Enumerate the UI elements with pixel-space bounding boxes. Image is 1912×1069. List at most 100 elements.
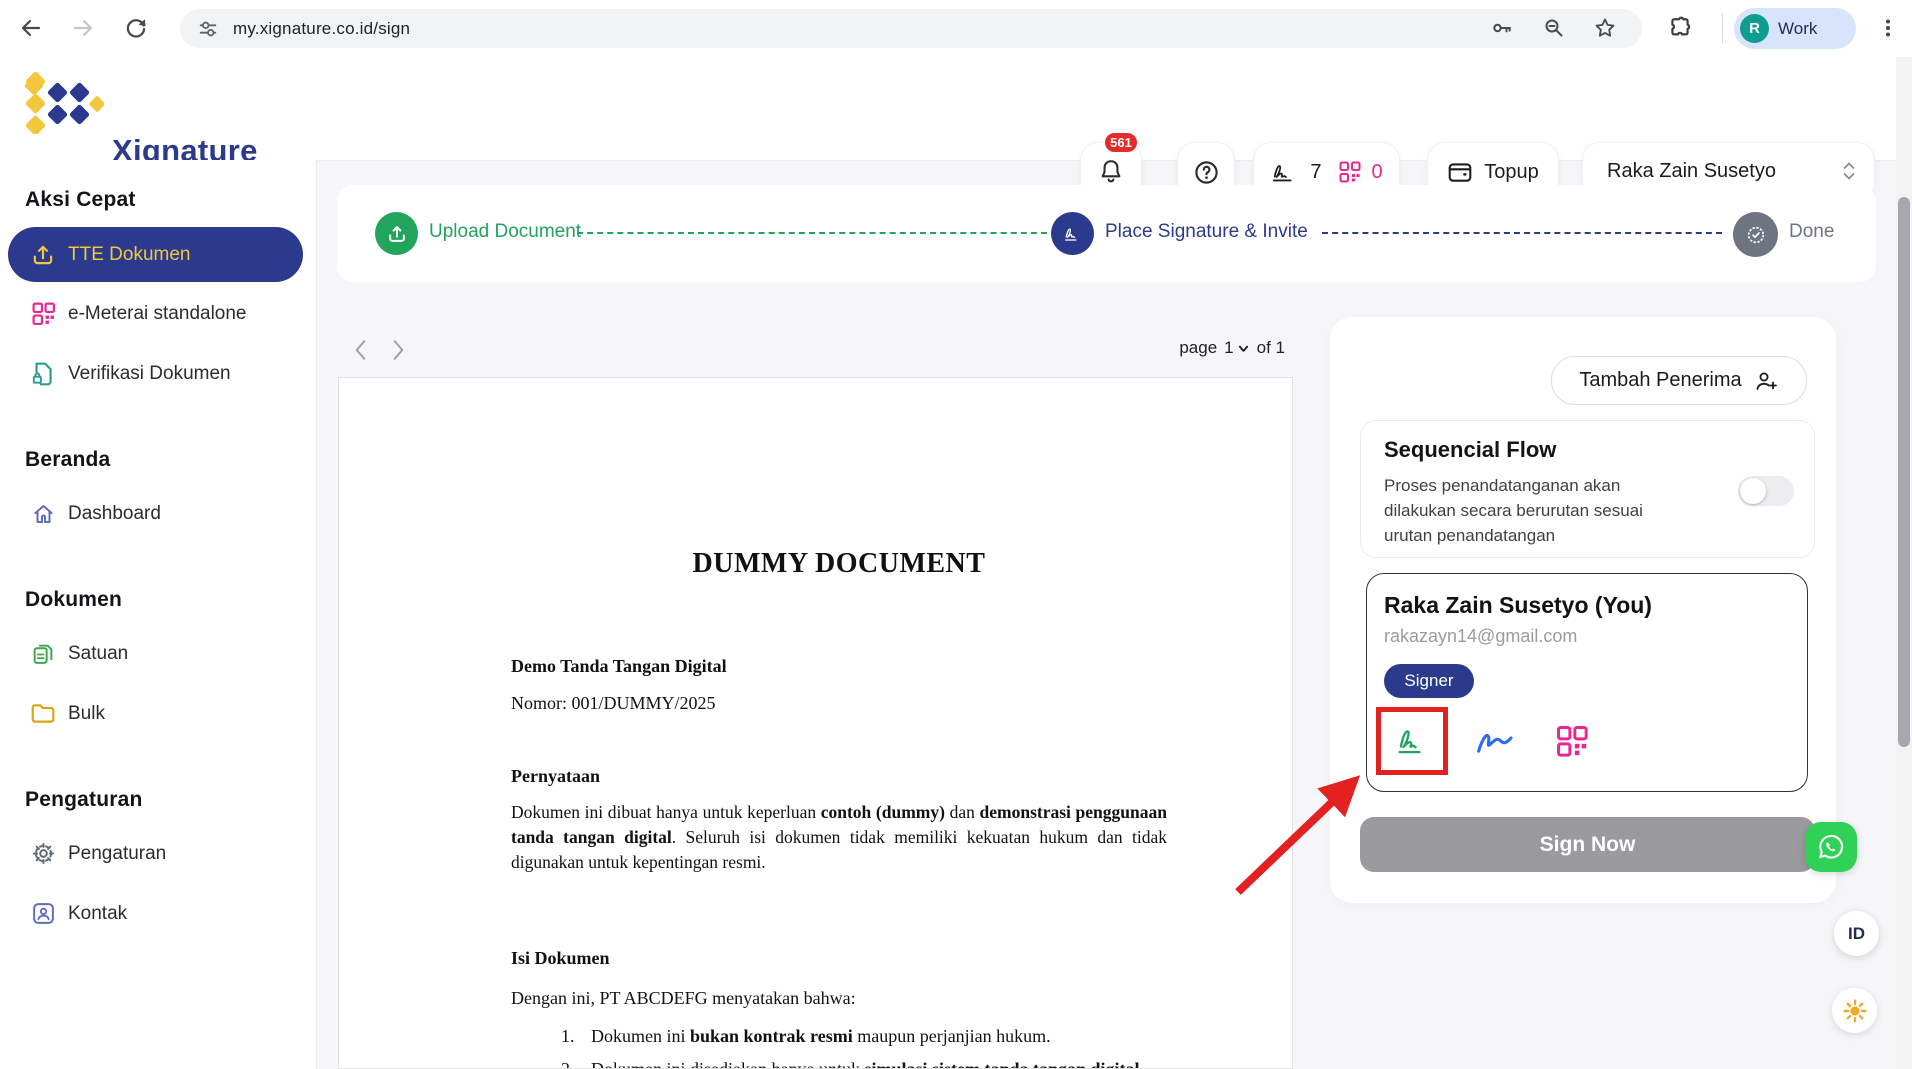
page-indicator: page 1 of 1 (1130, 338, 1285, 358)
sequential-flow-description: Proses penandatanganan akan dilakukan se… (1384, 473, 1689, 548)
upload-icon (386, 223, 408, 245)
url-text: my.xignature.co.id/sign (233, 19, 410, 39)
profile-name: Work (1778, 19, 1817, 39)
signature-balance-icon (1270, 160, 1300, 184)
forward-icon (71, 16, 95, 40)
browser-reload-button[interactable] (119, 11, 153, 45)
zoom-out-icon[interactable] (1542, 16, 1566, 40)
whatsapp-icon (1816, 832, 1846, 862)
sidebar-section-pengaturan: Pengaturan (25, 788, 143, 812)
profile-avatar: R (1740, 14, 1769, 43)
address-bar[interactable]: my.xignature.co.id/sign (180, 9, 1642, 48)
document-section-title: Pernyataan (511, 766, 600, 787)
sequential-flow-toggle[interactable] (1738, 476, 1794, 506)
add-recipient-button[interactable]: Tambah Penerima (1551, 356, 1807, 405)
initials-tool-icon[interactable] (1475, 726, 1523, 756)
sidebar-section-beranda: Beranda (25, 448, 110, 472)
topup-label: Topup (1484, 161, 1539, 184)
browser-menu-icon[interactable] (1876, 16, 1900, 40)
signer-name: Raka Zain Susetyo (You) (1384, 592, 1652, 619)
theme-toggle-button[interactable] (1832, 988, 1877, 1033)
step-place-signature-circle (1051, 212, 1094, 255)
signer-card: Raka Zain Susetyo (You) rakazayn14@gmail… (1366, 573, 1808, 792)
qr-icon (30, 301, 56, 326)
browser-forward-button[interactable] (66, 11, 100, 45)
language-label: ID (1848, 924, 1865, 944)
browser-toolbar: my.xignature.co.id/sign R Work (0, 0, 1912, 58)
sidebar: Aksi Cepat TTE Dokumen e-Meterai standal… (0, 160, 317, 1069)
browser-profile-chip[interactable]: R Work (1734, 8, 1856, 49)
badge-check-icon (1745, 224, 1767, 246)
signature-icon (1061, 224, 1085, 244)
chevron-down-icon (1237, 342, 1250, 355)
browser-back-button[interactable] (14, 11, 48, 45)
back-icon (19, 16, 43, 40)
emeterai-tool-icon[interactable] (1555, 724, 1589, 758)
gear-icon (30, 841, 56, 866)
documents-icon (30, 641, 56, 666)
sidebar-item-label: Verifikasi Dokumen (68, 363, 231, 385)
xignature-logo-icon (24, 70, 104, 134)
upload-icon (30, 242, 56, 268)
help-icon (1193, 159, 1220, 186)
app-header: Xignature member of 561 7 0 (0, 57, 1912, 161)
wallet-icon (1447, 160, 1473, 184)
next-page-button[interactable] (384, 336, 412, 364)
user-name: Raka Zain Susetyo (1607, 160, 1776, 183)
document-heading: Demo Tanda Tangan Digital (511, 656, 727, 677)
document-number: Nomor: 001/DUMMY/2025 (511, 693, 716, 714)
sidebar-item-label: Kontak (68, 903, 127, 925)
page-scrollbar[interactable] (1896, 57, 1912, 1069)
sidebar-item-kontak[interactable]: Kontak (0, 886, 316, 941)
home-icon (30, 502, 56, 526)
add-recipient-label: Tambah Penerima (1579, 369, 1741, 392)
password-key-icon[interactable] (1490, 16, 1514, 40)
stepper-connector (577, 232, 1047, 234)
step-done-circle (1733, 212, 1778, 257)
reload-icon (124, 16, 148, 40)
folder-icon (30, 702, 56, 725)
annotation-arrow (1220, 745, 1390, 900)
signer-email: rakazayn14@gmail.com (1384, 626, 1577, 647)
sidebar-item-dashboard[interactable]: Dashboard (0, 486, 316, 541)
sidebar-item-satuan[interactable]: Satuan (0, 626, 316, 681)
step-done-label: Done (1789, 221, 1834, 243)
sequential-flow-title: Sequencial Flow (1384, 437, 1556, 463)
step-place-signature-label: Place Signature & Invite (1105, 221, 1308, 243)
document-section-title: Isi Dokumen (511, 948, 610, 969)
document-title: DUMMY DOCUMENT (511, 548, 1167, 580)
sidebar-item-verifikasi[interactable]: Verifikasi Dokumen (0, 346, 316, 401)
notification-badge: 561 (1103, 131, 1139, 154)
sidebar-item-label: Bulk (68, 703, 105, 725)
sequential-flow-card: Sequencial Flow Proses penandatanganan a… (1360, 420, 1815, 558)
whatsapp-button[interactable] (1805, 822, 1857, 872)
document-list-item: 2. Dokumen ini disediakan hanya untuk si… (561, 1059, 1171, 1069)
document-list-item: 1. Dokumen ini bukan kontrak resmi maupu… (561, 1026, 1171, 1047)
site-info-icon[interactable] (197, 18, 219, 40)
page-select[interactable]: 1 (1224, 338, 1249, 358)
sidebar-item-emeterai[interactable]: e-Meterai standalone (0, 286, 316, 341)
recipients-panel: Tambah Penerima Sequencial Flow Proses p… (1330, 317, 1836, 903)
emeterai-balance-icon (1338, 160, 1362, 184)
contact-icon (30, 901, 56, 926)
page-total: of 1 (1257, 338, 1285, 358)
signature-tool-icon[interactable] (1391, 724, 1433, 758)
workflow-stepper: Upload Document Place Signature & Invite… (337, 185, 1876, 282)
sidebar-item-bulk[interactable]: Bulk (0, 686, 316, 741)
chevron-right-icon (390, 338, 407, 362)
sidebar-item-label: Satuan (68, 643, 128, 665)
prev-page-button[interactable] (346, 336, 374, 364)
emeterai-balance-count: 0 (1372, 161, 1383, 184)
document-preview[interactable]: DUMMY DOCUMENT Demo Tanda Tangan Digital… (338, 377, 1293, 1069)
extensions-icon[interactable] (1666, 14, 1694, 42)
scrollbar-thumb[interactable] (1898, 197, 1910, 747)
document-check-icon (30, 361, 56, 387)
sidebar-item-tte-dokumen[interactable]: TTE Dokumen (8, 227, 303, 282)
sign-now-button[interactable]: Sign Now (1360, 817, 1815, 872)
bookmark-star-icon[interactable] (1593, 16, 1617, 40)
language-button[interactable]: ID (1834, 911, 1879, 956)
sidebar-item-pengaturan[interactable]: Pengaturan (0, 826, 316, 881)
sidebar-section-aksi-cepat: Aksi Cepat (25, 188, 136, 212)
person-plus-icon (1754, 369, 1779, 393)
sun-icon (1842, 998, 1868, 1024)
